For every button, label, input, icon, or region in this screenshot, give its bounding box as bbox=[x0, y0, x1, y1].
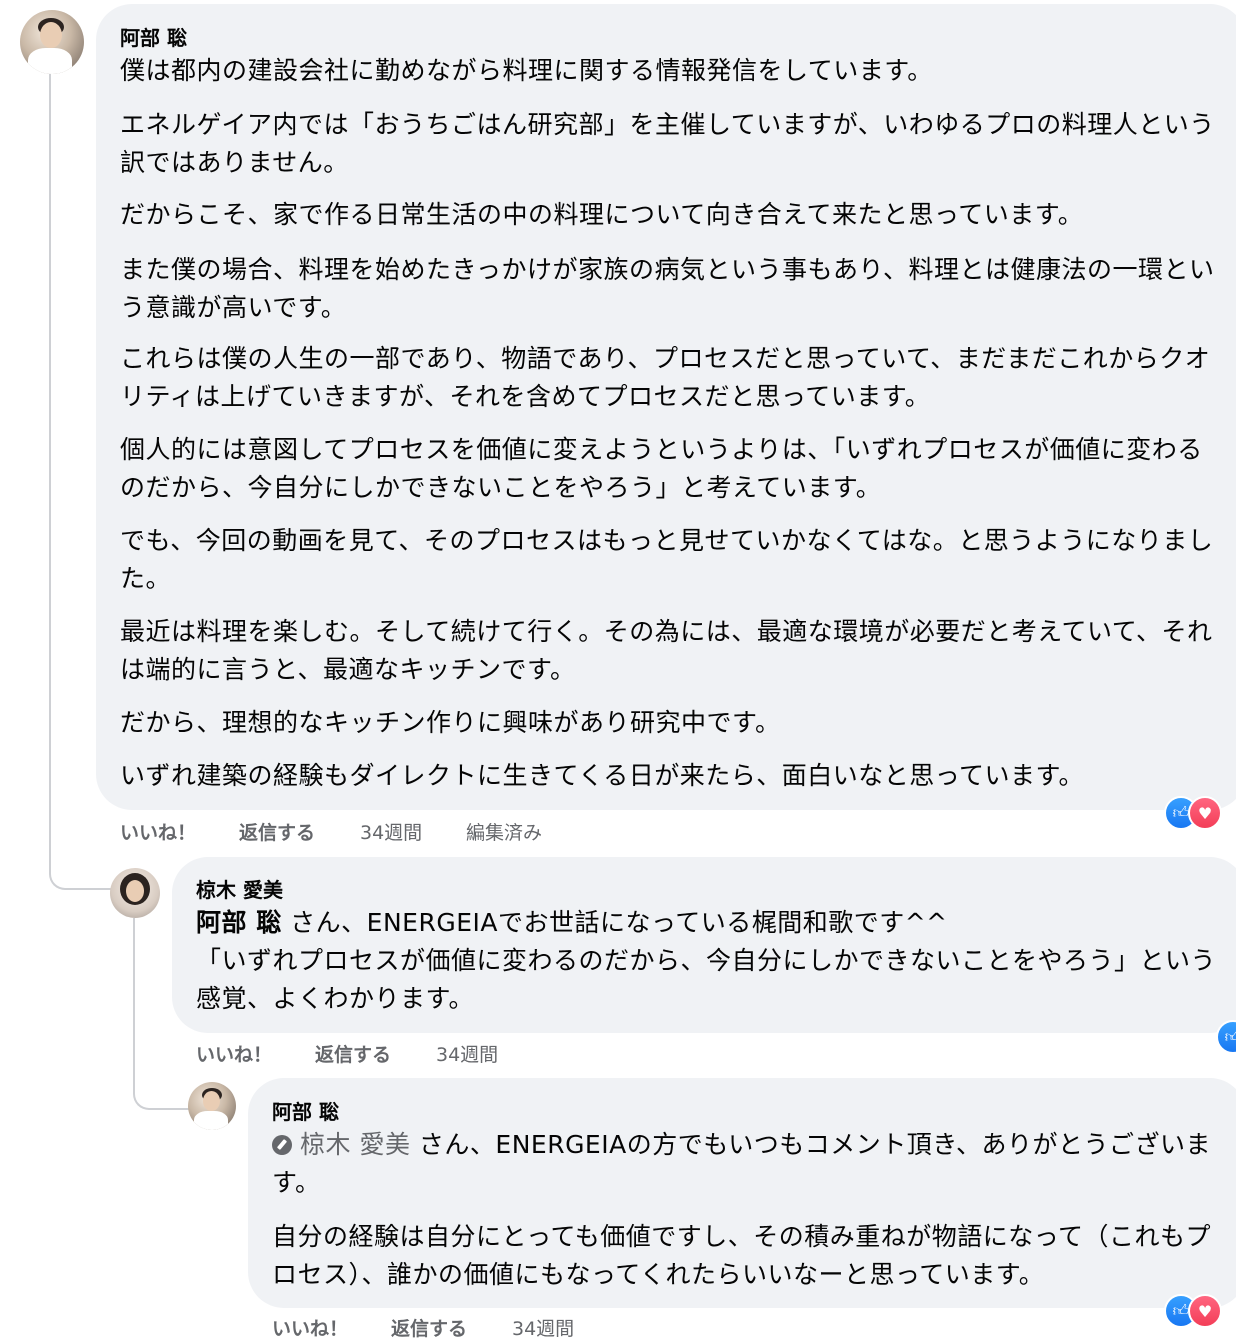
comment-author[interactable]: 阿部 聡 bbox=[120, 22, 187, 51]
comment-paragraph: また僕の場合、料理を始めたきっかけが家族の病気という事もあり、料理とは健康法の一… bbox=[120, 255, 1215, 322]
timestamp[interactable]: 34週間 bbox=[436, 1040, 498, 1067]
heart-icon: ♥ bbox=[1188, 796, 1222, 830]
timestamp[interactable]: 34週間 bbox=[360, 818, 422, 845]
comment-paragraph: 最近は料理を楽しむ。そして続けて行く。その為には、最適な環境が必要だと考えていて… bbox=[120, 617, 1213, 684]
thread-line-reply bbox=[133, 918, 135, 1088]
comment-paragraph: でも、今回の動画を見て、そのプロセスはもっと見せていかなくてはな。と思うようにな… bbox=[120, 526, 1214, 593]
avatar[interactable] bbox=[188, 1082, 236, 1130]
heart-icon: ♥ bbox=[1188, 1294, 1222, 1328]
comment-author[interactable]: 阿部 聡 bbox=[272, 1096, 339, 1125]
comment-text: 自分の経験は自分にとっても価値ですし、その積み重ねが物語になって（これもプロセス… bbox=[272, 1222, 1212, 1289]
reactions[interactable]: 👍︎ bbox=[1216, 1020, 1236, 1054]
thread-elbow-2 bbox=[133, 1080, 190, 1110]
mention-link[interactable]: 阿部 聡 bbox=[196, 908, 282, 937]
reactions[interactable]: 👍︎ ♥ bbox=[1164, 796, 1222, 830]
comment-paragraph: 僕は都内の建設会社に勤めながら料理に関する情報発信をしています。 bbox=[120, 56, 933, 85]
avatar[interactable] bbox=[20, 10, 84, 74]
mention-suffix: さん、ENERGEIAの方でもいつもコメント頂き、ありがとうございます。 bbox=[272, 1130, 1211, 1197]
mention-suffix: さん、ENERGEIAでお世話になっている梶間和歌です^^ bbox=[281, 908, 948, 937]
comment-paragraph: エネルゲイア内では「おうちごはん研究部」を主催していますが、いわゆるプロの料理人… bbox=[120, 110, 1215, 177]
thread-elbow-1 bbox=[49, 850, 111, 890]
thread-line-main bbox=[49, 74, 51, 864]
comment-paragraph: だからこそ、家で作る日常生活の中の料理について向き合えて来たと思っています。 bbox=[120, 200, 1084, 229]
reactions[interactable]: 👍︎ ♥ bbox=[1164, 1294, 1222, 1328]
thumbs-up-icon: 👍︎ bbox=[1216, 1020, 1236, 1054]
pencil-icon bbox=[272, 1135, 292, 1155]
edited-label[interactable]: 編集済み bbox=[466, 818, 542, 845]
comment-paragraph: だから、理想的なキッチン作りに興味があり研究中です。 bbox=[120, 708, 781, 737]
comment-text: 阿部 聡 さん、ENERGEIAでお世話になっている梶間和歌です^^ bbox=[196, 904, 1232, 942]
comment-paragraph: 個人的には意図してプロセスを価値に変えようというよりは、「いずれプロセスが価値に… bbox=[120, 435, 1203, 502]
avatar[interactable] bbox=[110, 868, 160, 918]
comment-author[interactable]: 椋木 愛美 bbox=[196, 874, 283, 903]
mention-link[interactable]: 椋木 愛美 bbox=[300, 1130, 410, 1159]
comment-text: 椋木 愛美 さん、ENERGEIAの方でもいつもコメント頂き、ありがとうございま… bbox=[272, 1126, 1230, 1202]
like-button[interactable]: いいね！ bbox=[120, 818, 196, 845]
comment-text: 「いずれプロセスが価値に変わるのだから、今自分にしかできないことをやろう」という… bbox=[196, 946, 1217, 1013]
reply-button[interactable]: 返信する bbox=[315, 1040, 391, 1067]
like-button[interactable]: いいね！ bbox=[196, 1040, 272, 1067]
comment-paragraph: これらは僕の人生の一部であり、物語であり、プロセスだと思っていて、まだまだこれか… bbox=[120, 344, 1211, 411]
reply-button[interactable]: 返信する bbox=[239, 818, 315, 845]
comment-paragraph: いずれ建築の経験もダイレクトに生きてくる日が来たら、面白いなと思っています。 bbox=[120, 761, 1085, 790]
